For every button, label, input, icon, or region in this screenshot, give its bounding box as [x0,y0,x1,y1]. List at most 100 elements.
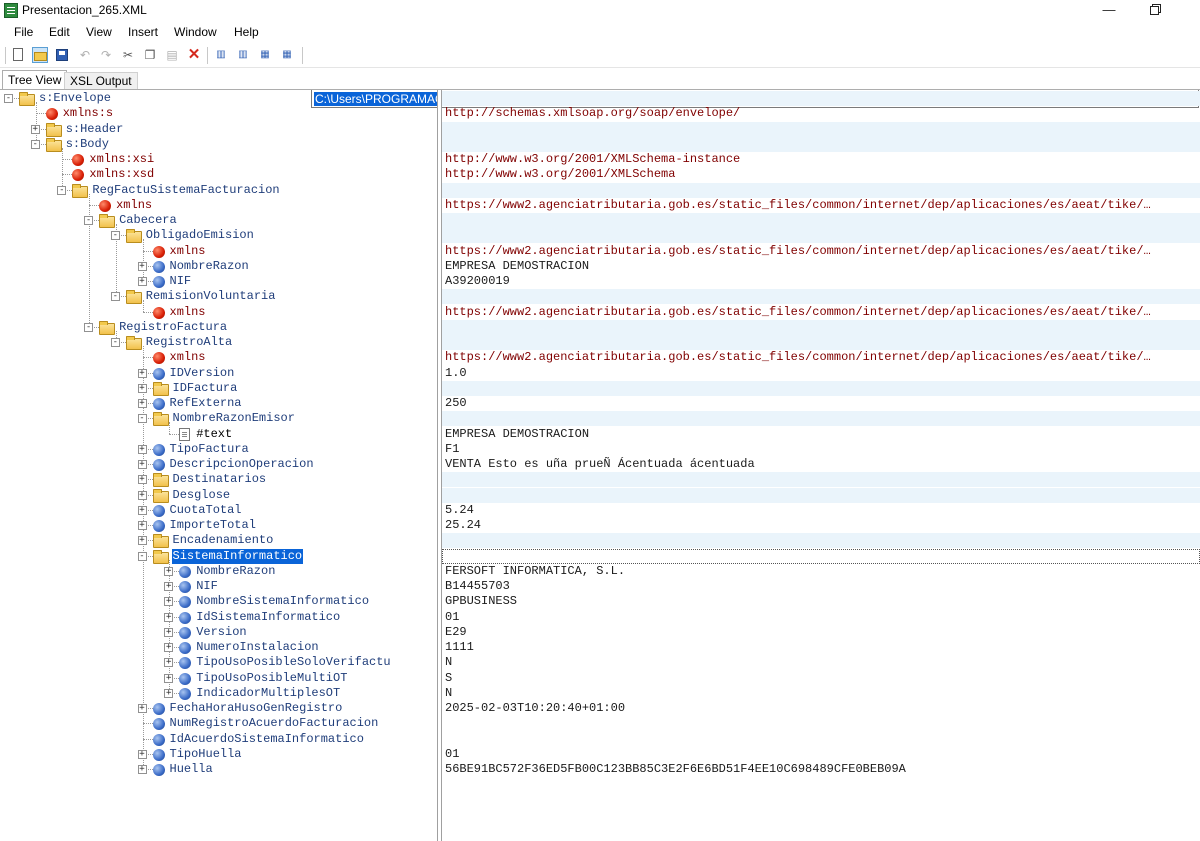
expand-button[interactable]: + [164,627,174,637]
tree-node-label[interactable]: SistemaInformatico [171,548,304,564]
tree-node[interactable]: + Version [0,625,437,640]
expand-button[interactable]: + [164,582,174,591]
tree-node-label[interactable]: TipoFactura [169,442,250,457]
expand-button[interactable]: + [137,490,147,500]
tree-node-label[interactable]: NumeroInstalacion [195,640,319,655]
tree-node[interactable]: IdAcuerdoSistemaInformatico [0,732,437,747]
cut-icon[interactable]: ✂ [120,47,136,63]
tree-node[interactable]: + Desglose [0,488,437,503]
tree-node-label[interactable]: xmlns:xsd [88,167,155,182]
collapse-button[interactable]: - [30,139,40,149]
tree-node-label[interactable]: Destinatarios [172,472,268,487]
expand-button[interactable]: + [137,444,147,454]
value-row[interactable]: http://www.w3.org/2001/XMLSchema-instanc… [442,152,1200,167]
tree-node[interactable]: - Cabecera [0,213,437,228]
tree-node-label[interactable]: Huella [169,762,214,777]
collapse-button[interactable]: - [110,292,120,302]
value-row[interactable]: 01 [442,610,1200,625]
tree-node[interactable]: + NombreSistemaInformatico [0,594,437,609]
menu-edit[interactable]: Edit [49,25,70,39]
value-row[interactable] [442,319,1200,335]
tree-node-label[interactable]: ObligadoEmision [145,228,255,243]
redo-icon[interactable]: ↷ [98,47,114,63]
value-row[interactable]: N [442,655,1200,670]
tree-node[interactable]: + s:Header [0,122,437,137]
expand-button[interactable]: + [164,597,174,607]
tree-node-label[interactable]: Version [195,625,247,640]
minimize-button[interactable]: — [1086,0,1132,22]
tree-node-label[interactable]: IndicadorMultiplesOT [195,686,341,701]
value-row[interactable]: https://www2.agenciatributaria.gob.es/st… [442,244,1200,259]
tree-node-label[interactable]: TipoUsoPosibleMultiOT [195,671,348,686]
tree-node[interactable]: + IDFactura [0,381,437,396]
value-row[interactable] [442,136,1200,152]
expand-button[interactable]: + [164,612,174,622]
value-row[interactable]: 01 [442,747,1200,762]
tree-node[interactable]: + NIF [0,274,437,289]
tree-node[interactable]: - s:Envelope [0,91,437,106]
collapse-button[interactable]: - [84,216,94,225]
value-row[interactable]: https://www2.agenciatributaria.gob.es/st… [442,198,1200,213]
tree-node-label[interactable]: IDFactura [172,381,239,396]
values-pane[interactable]: http://schemas.xmlsoap.org/soap/envelope… [442,90,1200,841]
expand-button[interactable]: + [137,475,147,485]
tree-node-label[interactable]: TipoHuella [169,747,243,762]
insert-child-icon[interactable]: ▦ [279,47,295,63]
tree-node-label[interactable]: #text [195,427,233,442]
value-row[interactable]: GPBUSINESS [442,594,1200,609]
tree-node[interactable]: + TipoUsoPosibleMultiOT [0,671,437,686]
value-row[interactable]: 2025-02-03T10:20:40+01:00 [442,701,1200,716]
expand-button[interactable]: + [137,749,147,759]
value-row[interactable] [442,380,1200,396]
value-row[interactable] [442,91,1200,106]
tree-node-label[interactable]: xmlns [169,244,207,259]
value-row[interactable] [442,121,1200,137]
value-row[interactable] [442,213,1200,228]
tab-tree-view[interactable]: Tree View [2,70,68,90]
value-row[interactable]: 25.24 [442,518,1200,533]
value-row[interactable] [442,228,1200,244]
value-row[interactable]: EMPRESA DEMOSTRACION [442,427,1200,442]
tree-node[interactable]: + RefExterna [0,396,437,411]
tree-node[interactable]: xmlns:s [0,106,437,121]
tree-node[interactable]: - SistemaInformatico [0,548,437,564]
expand-button[interactable]: + [137,765,147,774]
value-row[interactable]: 56BE91BC572F36ED5FB00C123BB85C3E2F6E6BD5… [442,762,1200,777]
copy-icon[interactable]: ❐ [142,47,158,63]
value-row[interactable] [442,548,1200,564]
tree-node[interactable]: - RegistroFactura [0,320,437,335]
menu-file[interactable]: File [14,25,33,39]
tree-node[interactable]: + NombreRazon [0,564,437,579]
tree-node[interactable]: + Huella [0,762,437,777]
value-row[interactable]: 5.24 [442,503,1200,518]
collapse-button[interactable]: - [137,551,147,561]
collapse-button[interactable]: - [110,231,120,241]
expand-button[interactable]: + [137,399,147,408]
value-row[interactable]: http://www.w3.org/2001/XMLSchema [442,167,1200,182]
new-file-icon[interactable] [10,47,26,63]
tree-node-label[interactable]: IdAcuerdoSistemaInformatico [169,732,365,747]
value-row[interactable]: 1.0 [442,366,1200,381]
tree-node-label[interactable]: RegFactuSistemaFacturacion [91,183,280,198]
expand-button[interactable]: + [137,383,147,393]
collapse-button[interactable]: - [84,322,94,332]
expand-button[interactable]: + [137,536,147,546]
tree-node[interactable]: - RemisionVoluntaria [0,289,437,305]
value-row[interactable]: VENTA Esto es uña prueÑ Ácentuada ácentu… [442,457,1200,472]
expand-button[interactable]: + [137,704,147,713]
tree-node-label[interactable]: RegistroFactura [118,320,228,335]
value-row[interactable]: S [442,671,1200,686]
value-row[interactable]: https://www2.agenciatributaria.gob.es/st… [442,350,1200,365]
undo-icon[interactable]: ↶ [77,47,93,63]
tree-node[interactable]: xmlns [0,305,437,320]
tree-node-label[interactable]: Encadenamiento [172,533,275,548]
tree-node-label[interactable]: RegistroAlta [145,335,233,350]
expand-button[interactable]: + [137,261,147,271]
tree-node[interactable]: + NombreRazon [0,259,437,274]
tree-node[interactable]: xmlns:xsd [0,167,437,182]
tree-node-label[interactable]: DescripcionOperacion [169,457,315,472]
delete-icon[interactable]: ✕ [186,47,202,63]
tree-node[interactable]: xmlns:xsi [0,152,437,167]
tree-node-label[interactable]: xmlns [169,350,207,365]
paste-icon[interactable]: ▤ [164,47,180,63]
